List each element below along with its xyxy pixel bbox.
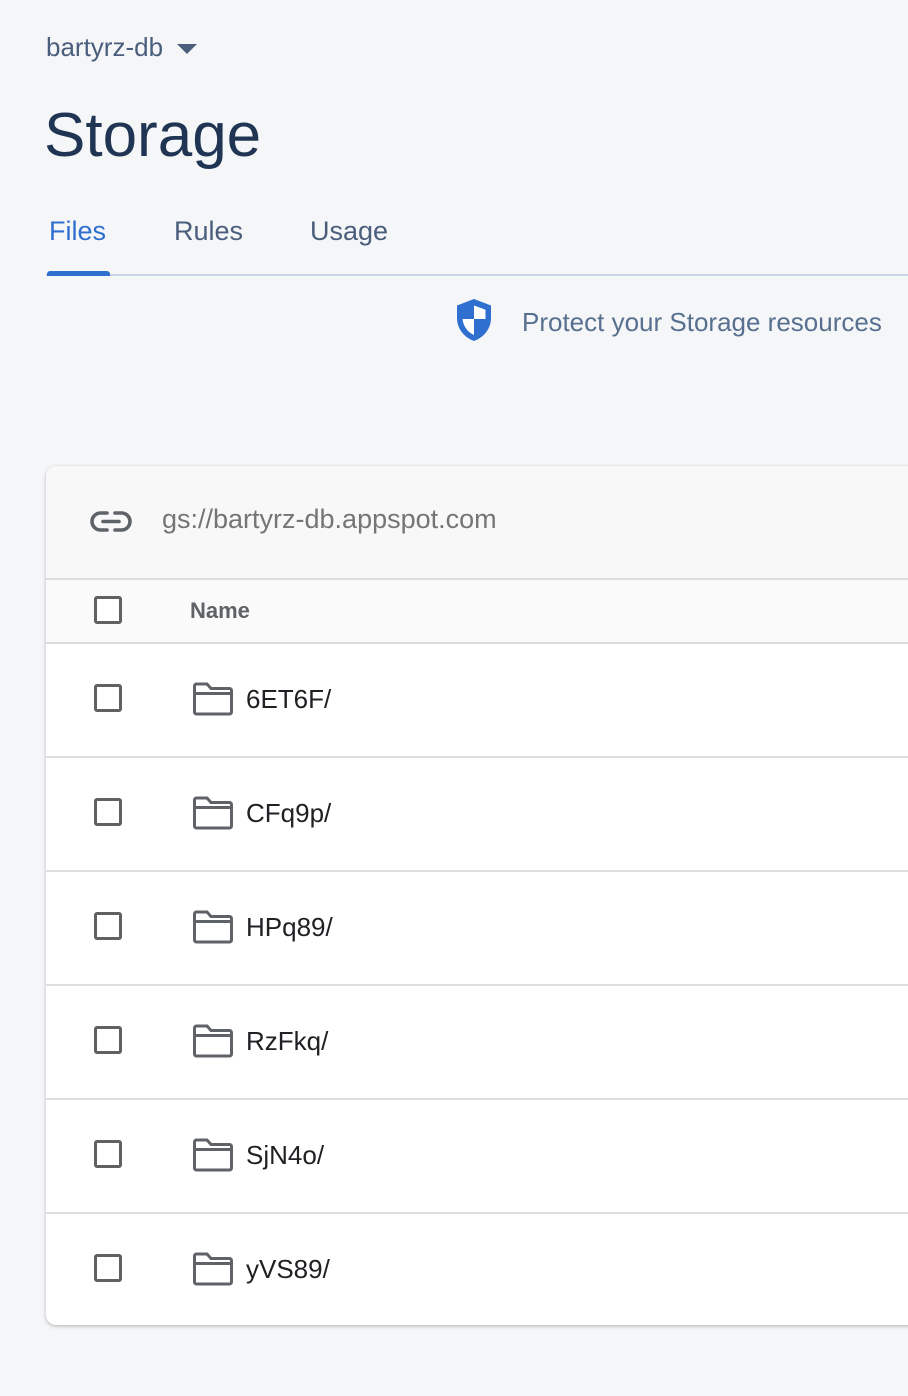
- folder-name[interactable]: HPq89/: [246, 912, 333, 943]
- chevron-down-icon: [177, 44, 198, 54]
- page-title: Storage: [44, 101, 262, 170]
- folder-name[interactable]: CFq9p/: [246, 798, 331, 829]
- table-row[interactable]: RzFkq/: [46, 986, 908, 1100]
- row-checkbox[interactable]: [94, 798, 122, 826]
- project-switcher[interactable]: bartyrz-db: [46, 28, 198, 66]
- tab-files[interactable]: Files: [49, 216, 106, 247]
- files-card: gs://bartyrz-db.appspot.com Name 6ET6F/ …: [46, 466, 908, 1325]
- folder-icon: [192, 1252, 234, 1291]
- table-row[interactable]: HPq89/: [46, 872, 908, 986]
- folder-icon: [192, 682, 234, 721]
- table-row[interactable]: 6ET6F/: [46, 644, 908, 758]
- row-checkbox[interactable]: [94, 1026, 122, 1054]
- shield-icon: [454, 297, 494, 348]
- table-row[interactable]: yVS89/: [46, 1214, 908, 1325]
- link-icon[interactable]: [90, 508, 132, 541]
- table-row[interactable]: CFq9p/: [46, 758, 908, 872]
- project-name: bartyrz-db: [46, 31, 164, 62]
- tab-usage[interactable]: Usage: [310, 216, 388, 247]
- select-all-checkbox[interactable]: [94, 596, 122, 624]
- security-notice[interactable]: Protect your Storage resources: [454, 298, 882, 346]
- active-tab-indicator: [47, 271, 110, 276]
- bucket-url[interactable]: gs://bartyrz-db.appspot.com: [162, 504, 497, 535]
- tab-rules[interactable]: Rules: [174, 216, 243, 247]
- column-header-name[interactable]: Name: [190, 598, 250, 624]
- folder-icon: [192, 910, 234, 949]
- folder-name[interactable]: yVS89/: [246, 1254, 330, 1285]
- row-checkbox[interactable]: [94, 1140, 122, 1168]
- row-checkbox[interactable]: [94, 912, 122, 940]
- folder-icon: [192, 1024, 234, 1063]
- table-row[interactable]: SjN4o/: [46, 1100, 908, 1214]
- bucket-bar: gs://bartyrz-db.appspot.com: [46, 466, 908, 580]
- folder-name[interactable]: RzFkq/: [246, 1026, 328, 1057]
- table-header: Name: [46, 580, 908, 644]
- folder-icon: [192, 796, 234, 835]
- row-checkbox[interactable]: [94, 684, 122, 712]
- notice-text: Protect your Storage resources: [522, 306, 882, 337]
- row-checkbox[interactable]: [94, 1254, 122, 1282]
- folder-name[interactable]: SjN4o/: [246, 1140, 324, 1171]
- tab-bar: Files Rules Usage: [46, 200, 908, 276]
- folder-name[interactable]: 6ET6F/: [246, 684, 331, 715]
- folder-icon: [192, 1138, 234, 1177]
- storage-page: bartyrz-db Storage Files Rules Usage Pro…: [0, 0, 908, 1396]
